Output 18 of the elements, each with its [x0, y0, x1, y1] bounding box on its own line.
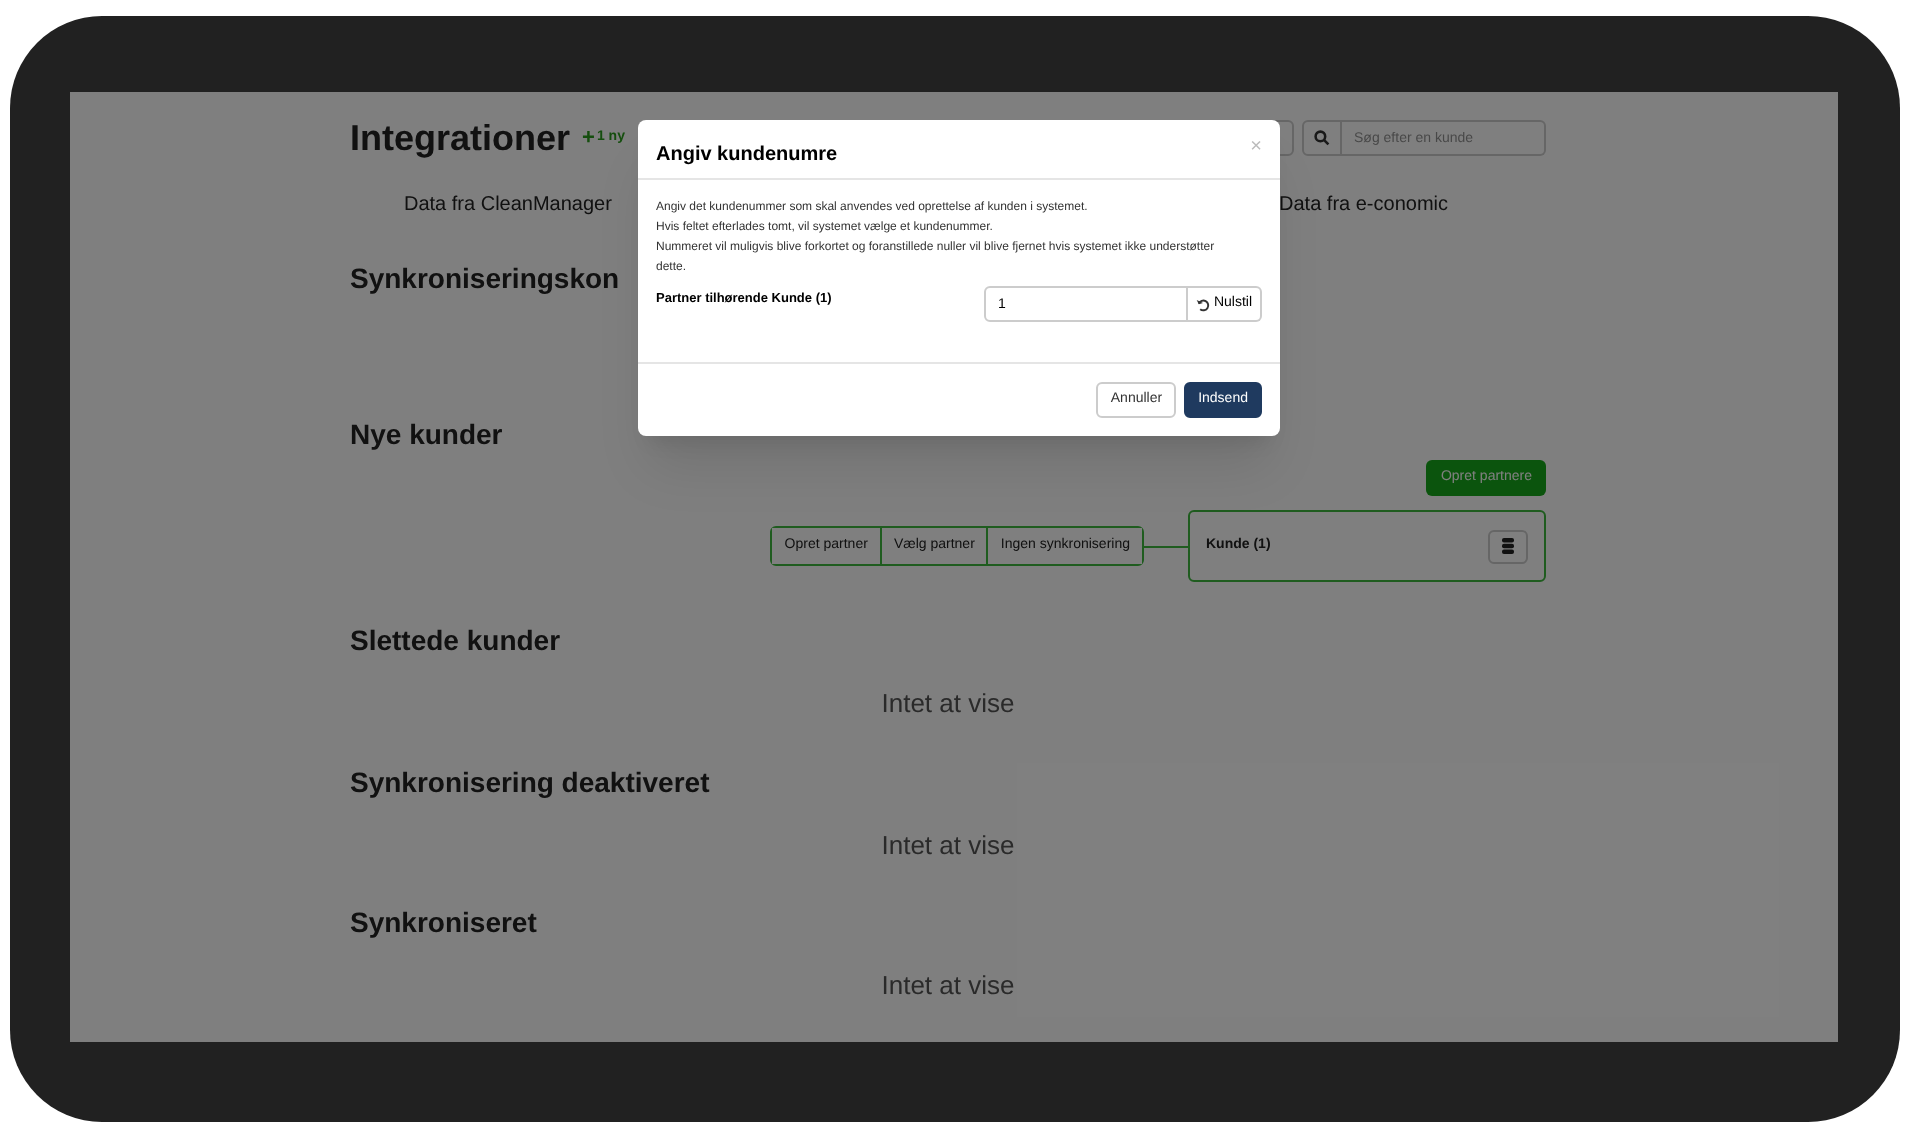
section-heading: Synkroniseret	[350, 904, 537, 942]
page-title: Integrationer	[350, 115, 571, 162]
search-button[interactable]	[1302, 120, 1342, 156]
empty-message: Intet at vise	[881, 827, 1015, 863]
section-heading: Slettede kunder	[350, 622, 561, 660]
database-icon	[1502, 538, 1514, 554]
dialog-title: Angiv kundenumre	[656, 142, 838, 170]
column-heading: Data fra CleanManager	[404, 192, 612, 220]
section-heading: Nye kunder	[350, 416, 503, 454]
empty-message: Intet at vise	[881, 968, 1015, 1004]
undo-icon	[1195, 297, 1210, 311]
database-button[interactable]	[1488, 529, 1528, 563]
section-heading: Synkronisering deaktiveret	[350, 763, 710, 802]
empty-message: Intet at vise	[881, 686, 1015, 722]
column-heading: Data fra e-conomic	[1279, 192, 1448, 220]
section-heading: Synkroniseringskon	[350, 260, 620, 298]
search-icon	[1314, 130, 1330, 146]
plus-icon: +	[582, 127, 595, 149]
